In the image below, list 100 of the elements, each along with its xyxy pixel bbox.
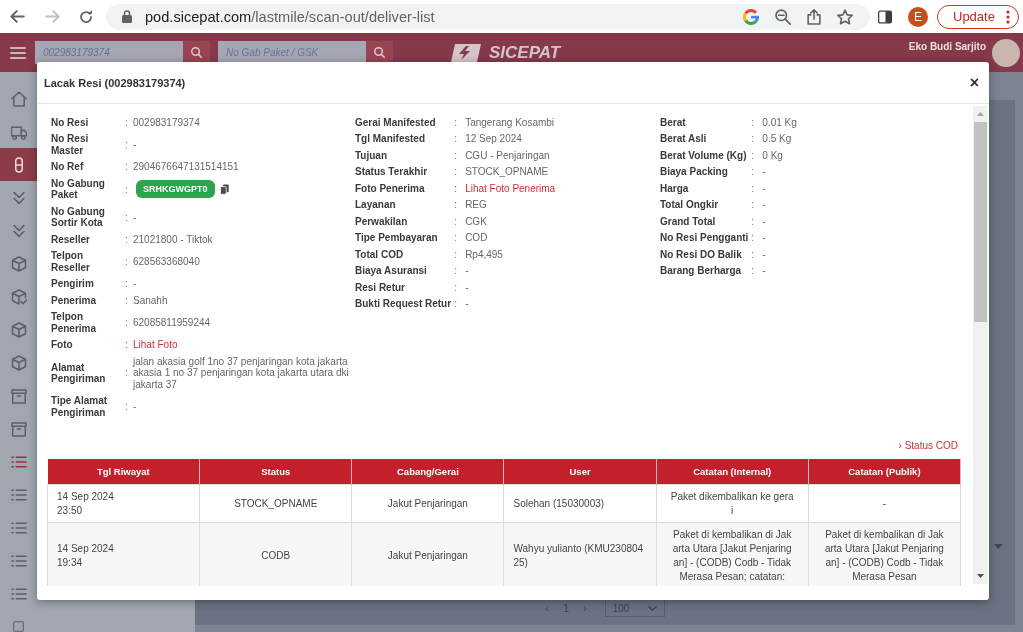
forward-icon[interactable] <box>45 10 60 23</box>
field-value: 62085811959244 <box>133 317 212 329</box>
label-colon: : <box>454 298 458 310</box>
field-label: Berat <box>660 116 687 129</box>
star-icon[interactable] <box>837 8 853 25</box>
label-colon: : <box>751 232 756 244</box>
side-panel-icon[interactable] <box>878 9 892 24</box>
field-value: 628563368040 <box>133 256 201 268</box>
field-value: CGU - Penjaringan <box>465 149 551 162</box>
field-label: Telpon Reseller <box>51 250 91 274</box>
menu-icon[interactable] <box>10 46 26 59</box>
cube-check-icon[interactable] <box>10 288 27 305</box>
table-cell: Jakut Penjaringan <box>351 484 504 523</box>
table-cell: 14 Sep 2024 23:50 <box>47 484 200 523</box>
label-colon: : <box>454 199 458 211</box>
search-button[interactable] <box>183 41 210 64</box>
search-button[interactable] <box>366 41 393 64</box>
list-icon[interactable] <box>10 453 27 470</box>
list-icon[interactable] <box>10 519 27 536</box>
field-label: Gerai Manifested <box>355 116 437 129</box>
label-colon: : <box>454 215 458 228</box>
field-label: Status Terakhir <box>355 166 429 178</box>
field-value: - <box>762 166 767 178</box>
field-label: Berat Asli <box>660 133 708 145</box>
field-value: - <box>465 281 470 294</box>
field-value: Sanahh <box>133 294 169 307</box>
package-icon[interactable] <box>10 387 27 404</box>
cube-icon[interactable] <box>10 321 27 338</box>
user-avatar[interactable] <box>992 38 1020 67</box>
status-cod-link[interactable]: › Status COD <box>898 440 958 453</box>
field-label: Tujuan <box>355 149 389 162</box>
field-label: Biaya Packing <box>660 166 729 178</box>
field-value: jalan akasia golf 1no 37 penjaringan kota jakarta akasia 1 no 37 penjaringan kota jakarta utara dki jakarta 37 <box>133 355 350 391</box>
field-value: 0.5 Kg <box>762 133 793 145</box>
field-label: No Resi <box>51 116 90 129</box>
square-icon[interactable] <box>13 621 24 632</box>
field-value: STOCK_OPNAME <box>465 166 550 178</box>
label-colon: : <box>751 265 756 277</box>
field-label: No Resi Pengganti <box>660 232 749 244</box>
package-icon[interactable] <box>10 420 27 437</box>
field-value: - <box>133 401 138 413</box>
table-cell: Solehan (15030003) <box>503 484 657 523</box>
cube-icon[interactable] <box>10 255 27 272</box>
scroll-down-icon[interactable] <box>977 574 984 578</box>
cube-icon[interactable] <box>10 354 27 371</box>
label-colon: : <box>125 233 129 246</box>
field-label: Alamat Pengiriman <box>51 361 107 385</box>
code-badge: SRHKGWGPT0 <box>136 180 215 199</box>
list-icon[interactable] <box>10 552 27 569</box>
table-cell: Wahyu yulianto (KMU23080425) <box>503 522 657 586</box>
field-value: - <box>465 265 470 277</box>
column-header: Tgl Riwayat <box>47 459 200 485</box>
close-button[interactable]: × <box>969 75 979 90</box>
search-field[interactable]: No Gab Paket / GSK <box>218 41 366 64</box>
field-label: Tgl Manifested <box>355 133 426 145</box>
kebab-menu-icon[interactable] <box>1005 9 1010 24</box>
field-label: Tipe Pembayaran <box>355 232 439 244</box>
address-bar[interactable]: pod.sicepat.com/lastmile/scan-out/deliver-list <box>106 3 870 30</box>
double-chevron-icon[interactable] <box>10 222 27 239</box>
list-icon[interactable] <box>10 486 27 503</box>
g-logo-icon[interactable] <box>743 8 759 25</box>
caret-down-icon[interactable] <box>994 544 1003 549</box>
label-colon: : <box>125 211 129 223</box>
back-icon[interactable] <box>10 10 25 23</box>
field-value: - <box>133 139 138 151</box>
photo-link[interactable]: Lihat Foto Penerima <box>465 182 556 195</box>
field-label: Berat Volume (Kg) <box>660 149 748 162</box>
scrollbar[interactable] <box>973 106 988 584</box>
update-button[interactable]: Update <box>937 4 1019 29</box>
copy-icon[interactable] <box>219 183 229 195</box>
field-value: - <box>762 215 767 228</box>
field-label: No Resi Master <box>51 133 90 157</box>
scroll-up-icon[interactable] <box>977 112 984 116</box>
double-chevron-icon[interactable] <box>10 189 27 206</box>
label-colon: : <box>751 248 756 261</box>
field-label: Total COD <box>355 248 405 261</box>
dialog-title: Lacak Resi (002983179374) <box>44 76 186 89</box>
table-cell: Paket dikembalikan ke gerai <box>656 484 809 523</box>
photo-link[interactable]: Lihat Foto <box>133 339 178 351</box>
column-header: Cabang/Gerai <box>351 459 504 485</box>
profile-avatar[interactable]: E <box>908 6 928 27</box>
label-colon: : <box>125 401 129 413</box>
label-colon: : <box>125 256 129 268</box>
url-text[interactable]: pod.sicepat.com/lastmile/scan-out/deliver-list <box>145 8 435 25</box>
field-value: - <box>762 199 767 211</box>
field-value: 0.01 Kg <box>762 116 798 129</box>
reload-icon[interactable] <box>80 10 93 23</box>
zoom-out-icon[interactable] <box>775 8 791 25</box>
field-label: No Gabung Paket <box>51 177 106 201</box>
home-icon[interactable] <box>10 90 27 107</box>
field-value: Rp4,495 <box>465 248 504 261</box>
label-colon: : <box>125 139 129 151</box>
share-icon[interactable] <box>807 8 821 25</box>
sidebar-item[interactable] <box>0 148 37 181</box>
field-value: REG <box>465 199 488 211</box>
list-icon[interactable] <box>10 585 27 602</box>
label-colon: : <box>454 232 458 244</box>
label-colon: : <box>125 339 129 351</box>
truck-icon[interactable] <box>10 123 27 140</box>
scrollbar-thumb[interactable] <box>974 122 987 322</box>
